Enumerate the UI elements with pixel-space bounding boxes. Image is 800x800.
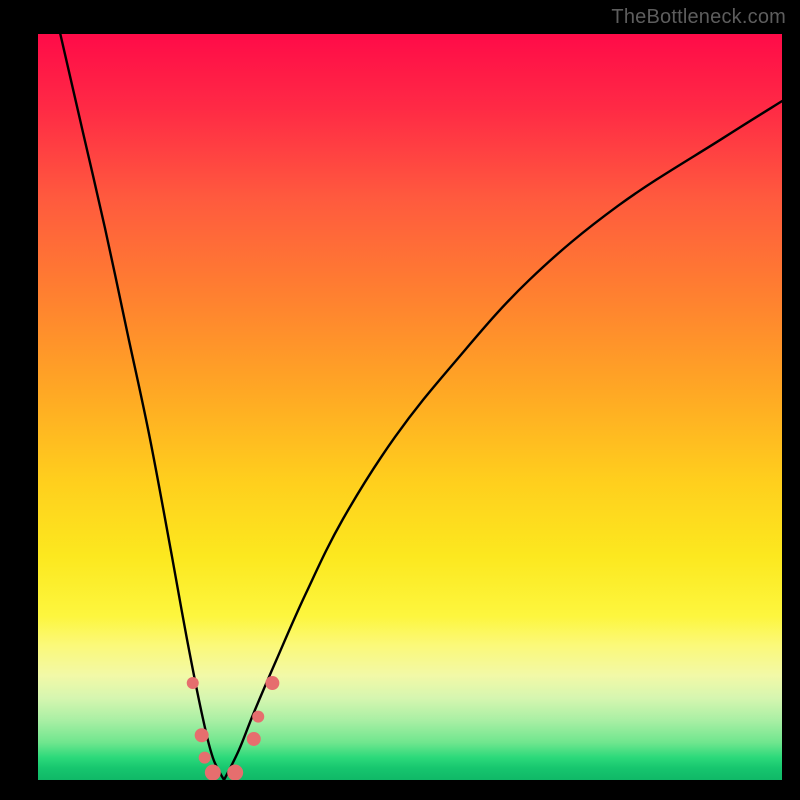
chart-svg — [38, 34, 782, 780]
curve-marker — [205, 765, 221, 780]
chart-frame: TheBottleneck.com — [0, 0, 800, 800]
curve-marker — [195, 728, 209, 742]
curve-marker — [252, 711, 264, 723]
curve-left-branch — [60, 34, 224, 780]
curve-right-branch — [224, 101, 782, 780]
curve-marker — [265, 676, 279, 690]
curve-marker — [199, 752, 211, 764]
curve-marker — [187, 677, 199, 689]
watermark-text: TheBottleneck.com — [611, 6, 786, 29]
chart-plot-area — [38, 34, 782, 780]
curve-marker — [227, 765, 243, 780]
curve-marker — [247, 732, 261, 746]
